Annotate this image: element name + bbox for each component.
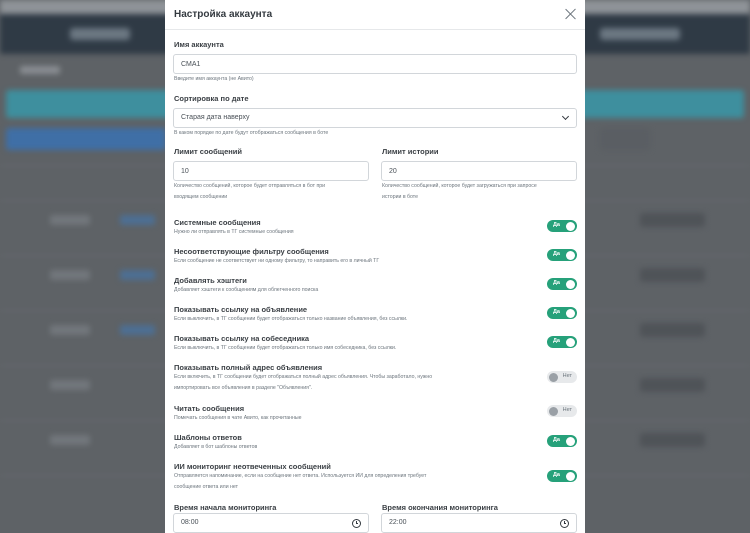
toggle-label: Показывать ссылку на объявление xyxy=(174,305,308,314)
toggle-hint: Если включить, в ТГ сообщении будет отоб… xyxy=(174,374,433,380)
bg-cell xyxy=(120,270,155,280)
monitor-end-value: 22:00 xyxy=(389,519,407,526)
bg-nav-item xyxy=(70,28,130,40)
toggle-label: Добавлять хэштеги xyxy=(174,276,247,285)
sort-select[interactable]: Старая дата наверху xyxy=(173,108,577,128)
ai-monitoring-toggle[interactable]: Да xyxy=(547,470,577,482)
bg-chip xyxy=(640,323,705,337)
toggle-hint: Если выключить, в ТГ сообщении будет ото… xyxy=(174,345,397,351)
toggle-label: Шаблоны ответов xyxy=(174,433,242,442)
toggle-label: Несоответствующие фильтру сообщения xyxy=(174,247,329,256)
read-messages-toggle[interactable]: Нет xyxy=(547,405,577,417)
toggle-label: Показывать полный адрес объявления xyxy=(174,363,323,372)
modal-header: Настройка аккаунта xyxy=(165,0,585,30)
toggle-hint: Отправляется напоминание, если на сообще… xyxy=(174,473,427,479)
bg-cell xyxy=(120,325,155,335)
toggle-hint: импортировать все объявления в разделе "… xyxy=(174,385,313,391)
message-limit-hint-1: Количество сообщений, которое будет отпр… xyxy=(174,183,326,189)
ad-link-toggle[interactable]: Да xyxy=(547,307,577,319)
message-limit-hint-2: входящем сообщении xyxy=(174,194,228,200)
toggle-hint: Нужно ли отправлять в ТГ системные сообщ… xyxy=(174,229,294,235)
toggle-label: Показывать ссылку на собеседника xyxy=(174,334,310,343)
modal-title: Настройка аккаунта xyxy=(174,9,273,20)
clock-icon[interactable] xyxy=(560,519,569,528)
toggle-label: ИИ мониторинг неотвеченных сообщений xyxy=(174,462,331,471)
bg-button xyxy=(600,128,650,150)
account-name-hint: Введите имя аккаунта (не Авито) xyxy=(174,76,254,82)
full-address-toggle[interactable]: Нет xyxy=(547,371,577,383)
bg-chip xyxy=(640,268,705,282)
account-name-label: Имя аккаунта xyxy=(174,40,224,49)
toggle-label: Читать сообщения xyxy=(174,404,245,413)
reply-templates-toggle[interactable]: Да xyxy=(547,435,577,447)
monitor-start-value: 08:00 xyxy=(181,519,199,526)
toggle-hint: Добавляет хэштеги к сообщениям для облег… xyxy=(174,287,319,293)
bg-cell xyxy=(120,215,155,225)
bg-chip xyxy=(640,433,705,447)
monitor-end-field[interactable]: 22:00 xyxy=(381,513,577,533)
sort-hint: В каком порядке по дате будут отображать… xyxy=(174,130,329,136)
toggle-hint: сообщение ответа или нет xyxy=(174,484,238,490)
history-limit-hint-1: Количество сообщений, которое будет загр… xyxy=(382,183,537,189)
bg-breadcrumb xyxy=(20,66,60,74)
unmatched-filter-toggle[interactable]: Да xyxy=(547,249,577,261)
monitor-end-label: Время окончания мониторинга xyxy=(382,503,498,512)
account-name-field[interactable] xyxy=(173,54,577,74)
history-limit-label: Лимит истории xyxy=(382,147,439,156)
bg-cell xyxy=(50,270,90,280)
toggle-hint: Добавляет в бот шаблоны ответов xyxy=(174,444,258,450)
history-limit-field[interactable] xyxy=(381,161,577,181)
hashtags-toggle[interactable]: Да xyxy=(547,278,577,290)
chevron-down-icon xyxy=(561,112,570,121)
toggle-hint: Помечать сообщения в чате Авито, как про… xyxy=(174,415,302,421)
bg-cell xyxy=(50,380,90,390)
clock-icon[interactable] xyxy=(352,519,361,528)
sort-selected-value: Старая дата наверху xyxy=(181,114,250,121)
account-settings-modal: Настройка аккаунта Имя аккаунта Введите … xyxy=(165,0,585,533)
message-limit-label: Лимит сообщений xyxy=(174,147,243,156)
bg-cell xyxy=(50,215,90,225)
bg-button xyxy=(6,128,166,150)
bg-chip xyxy=(640,213,705,227)
toggle-hint: Если сообщение не соответствует ни одном… xyxy=(174,258,380,264)
message-limit-input[interactable] xyxy=(181,162,361,180)
bg-cell xyxy=(50,435,90,445)
system-messages-toggle[interactable]: Да xyxy=(547,220,577,232)
monitor-start-label: Время начала мониторинга xyxy=(174,503,277,512)
monitor-start-field[interactable]: 08:00 xyxy=(173,513,369,533)
bg-nav-item xyxy=(600,28,680,40)
bg-cell xyxy=(50,325,90,335)
interlocutor-link-toggle[interactable]: Да xyxy=(547,336,577,348)
sort-label: Сортировка по дате xyxy=(174,94,249,103)
toggle-hint: Если выключить, в ТГ сообщении будет ото… xyxy=(174,316,408,322)
history-limit-input[interactable] xyxy=(389,162,569,180)
toggle-label: Системные сообщения xyxy=(174,218,261,227)
account-name-input[interactable] xyxy=(181,55,569,73)
message-limit-field[interactable] xyxy=(173,161,369,181)
bg-chip xyxy=(640,378,705,392)
history-limit-hint-2: истории в боте xyxy=(382,194,418,200)
close-icon[interactable] xyxy=(565,8,577,20)
